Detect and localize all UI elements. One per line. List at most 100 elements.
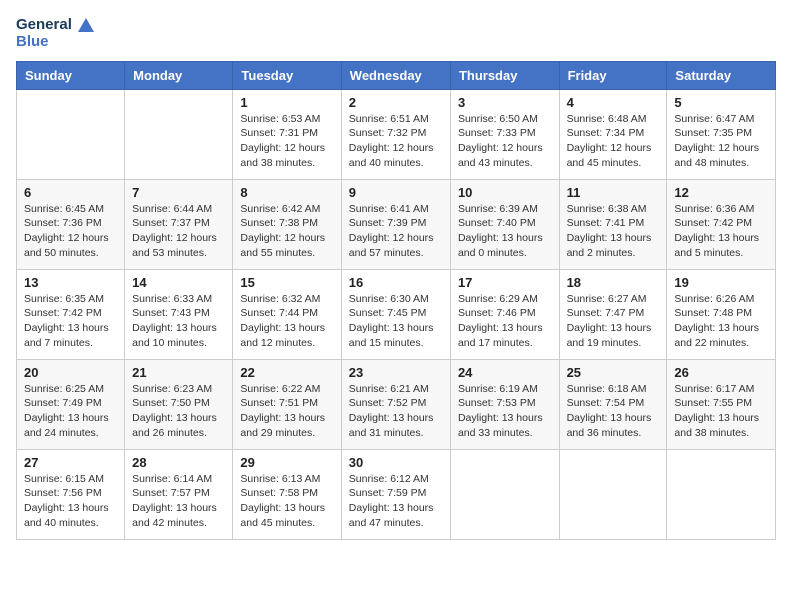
day-info: Sunrise: 6:29 AMSunset: 7:46 PMDaylight:…: [458, 292, 552, 351]
calendar-cell: 7 Sunrise: 6:44 AMSunset: 7:37 PMDaylight…: [125, 179, 233, 269]
calendar-cell: 20 Sunrise: 6:25 AMSunset: 7:49 PMDayligh…: [17, 359, 125, 449]
calendar-cell: 4Sunrise: 6:48 AMSunset: 7:34 PMDaylight…: [559, 89, 667, 179]
day-info: Sunrise: 6:26 AMSunset: 7:48 PMDaylight:…: [674, 292, 768, 351]
day-number: 26: [674, 365, 768, 380]
calendar-cell: 19 Sunrise: 6:26 AMSunset: 7:48 PMDayligh…: [667, 269, 776, 359]
week-row-5: 27 Sunrise: 6:15 AMSunset: 7:56 PMDayligh…: [17, 449, 776, 539]
calendar-cell: 30 Sunrise: 6:12 AMSunset: 7:59 PMDayligh…: [341, 449, 450, 539]
day-info: Sunrise: 6:53 AMSunset: 7:31 PMDaylight:…: [240, 112, 333, 171]
day-info: Sunrise: 6:17 AMSunset: 7:55 PMDaylight:…: [674, 382, 768, 441]
calendar-cell: [667, 449, 776, 539]
day-number: 18: [567, 275, 660, 290]
day-info: Sunrise: 6:51 AMSunset: 7:32 PMDaylight:…: [349, 112, 443, 171]
calendar-cell: 13 Sunrise: 6:35 AMSunset: 7:42 PMDayligh…: [17, 269, 125, 359]
calendar-cell: [559, 449, 667, 539]
calendar-cell: 27 Sunrise: 6:15 AMSunset: 7:56 PMDayligh…: [17, 449, 125, 539]
calendar-cell: 28 Sunrise: 6:14 AMSunset: 7:57 PMDayligh…: [125, 449, 233, 539]
day-number: 5: [674, 95, 768, 110]
day-number: 16: [349, 275, 443, 290]
day-number: 1: [240, 95, 333, 110]
day-number: 27: [24, 455, 117, 470]
day-number: 11: [567, 185, 660, 200]
day-info: Sunrise: 6:27 AMSunset: 7:47 PMDaylight:…: [567, 292, 660, 351]
week-row-4: 20 Sunrise: 6:25 AMSunset: 7:49 PMDayligh…: [17, 359, 776, 449]
calendar-cell: 23Sunrise: 6:21 AMSunset: 7:52 PMDayligh…: [341, 359, 450, 449]
calendar-cell: [450, 449, 559, 539]
day-info: Sunrise: 6:15 AMSunset: 7:56 PMDaylight:…: [24, 472, 117, 531]
weekday-header-monday: Monday: [125, 61, 233, 89]
day-info: Sunrise: 6:47 AMSunset: 7:35 PMDaylight:…: [674, 112, 768, 171]
calendar-cell: 9 Sunrise: 6:41 AMSunset: 7:39 PMDaylight…: [341, 179, 450, 269]
day-info: Sunrise: 6:19 AMSunset: 7:53 PMDaylight:…: [458, 382, 552, 441]
day-number: 24: [458, 365, 552, 380]
calendar-cell: 3 Sunrise: 6:50 AMSunset: 7:33 PMDaylight…: [450, 89, 559, 179]
calendar-cell: 10 Sunrise: 6:39 AMSunset: 7:40 PMDayligh…: [450, 179, 559, 269]
calendar-cell: 14 Sunrise: 6:33 AMSunset: 7:43 PMDayligh…: [125, 269, 233, 359]
weekday-header-sunday: Sunday: [17, 61, 125, 89]
day-number: 29: [240, 455, 333, 470]
day-number: 7: [132, 185, 225, 200]
day-info: Sunrise: 6:41 AMSunset: 7:39 PMDaylight:…: [349, 202, 443, 261]
calendar: SundayMondayTuesdayWednesdayThursdayFrid…: [16, 61, 776, 540]
day-number: 22: [240, 365, 333, 380]
day-info: Sunrise: 6:22 AMSunset: 7:51 PMDaylight:…: [240, 382, 333, 441]
day-info: Sunrise: 6:35 AMSunset: 7:42 PMDaylight:…: [24, 292, 117, 351]
day-number: 3: [458, 95, 552, 110]
weekday-header-wednesday: Wednesday: [341, 61, 450, 89]
day-info: Sunrise: 6:50 AMSunset: 7:33 PMDaylight:…: [458, 112, 552, 171]
calendar-cell: 11 Sunrise: 6:38 AMSunset: 7:41 PMDayligh…: [559, 179, 667, 269]
calendar-cell: 21 Sunrise: 6:23 AMSunset: 7:50 PMDayligh…: [125, 359, 233, 449]
day-number: 28: [132, 455, 225, 470]
weekday-header-row: SundayMondayTuesdayWednesdayThursdayFrid…: [17, 61, 776, 89]
calendar-cell: 15 Sunrise: 6:32 AMSunset: 7:44 PMDayligh…: [233, 269, 341, 359]
day-info: Sunrise: 6:30 AMSunset: 7:45 PMDaylight:…: [349, 292, 443, 351]
logo-text-line2: Blue: [16, 33, 94, 50]
calendar-cell: 8Sunrise: 6:42 AMSunset: 7:38 PMDaylight…: [233, 179, 341, 269]
day-info: Sunrise: 6:13 AMSunset: 7:58 PMDaylight:…: [240, 472, 333, 531]
logo: General Blue: [16, 16, 94, 51]
weekday-header-thursday: Thursday: [450, 61, 559, 89]
day-number: 23: [349, 365, 443, 380]
day-info: Sunrise: 6:44 AMSunset: 7:37 PMDaylight:…: [132, 202, 225, 261]
day-info: Sunrise: 6:39 AMSunset: 7:40 PMDaylight:…: [458, 202, 552, 261]
day-info: Sunrise: 6:14 AMSunset: 7:57 PMDaylight:…: [132, 472, 225, 531]
calendar-cell: 6 Sunrise: 6:45 AMSunset: 7:36 PMDaylight…: [17, 179, 125, 269]
day-number: 13: [24, 275, 117, 290]
day-number: 19: [674, 275, 768, 290]
calendar-cell: 1 Sunrise: 6:53 AMSunset: 7:31 PMDaylight…: [233, 89, 341, 179]
calendar-cell: 18 Sunrise: 6:27 AMSunset: 7:47 PMDayligh…: [559, 269, 667, 359]
calendar-cell: [125, 89, 233, 179]
calendar-cell: 16 Sunrise: 6:30 AMSunset: 7:45 PMDayligh…: [341, 269, 450, 359]
day-number: 25: [567, 365, 660, 380]
day-info: Sunrise: 6:45 AMSunset: 7:36 PMDaylight:…: [24, 202, 117, 261]
week-row-1: 1 Sunrise: 6:53 AMSunset: 7:31 PMDaylight…: [17, 89, 776, 179]
day-number: 15: [240, 275, 333, 290]
week-row-3: 13 Sunrise: 6:35 AMSunset: 7:42 PMDayligh…: [17, 269, 776, 359]
calendar-cell: [17, 89, 125, 179]
day-number: 30: [349, 455, 443, 470]
day-number: 21: [132, 365, 225, 380]
day-number: 6: [24, 185, 117, 200]
calendar-cell: 22 Sunrise: 6:22 AMSunset: 7:51 PMDayligh…: [233, 359, 341, 449]
day-number: 2: [349, 95, 443, 110]
day-number: 14: [132, 275, 225, 290]
day-number: 9: [349, 185, 443, 200]
weekday-header-saturday: Saturday: [667, 61, 776, 89]
day-number: 20: [24, 365, 117, 380]
day-info: Sunrise: 6:38 AMSunset: 7:41 PMDaylight:…: [567, 202, 660, 261]
day-info: Sunrise: 6:48 AMSunset: 7:34 PMDaylight:…: [567, 112, 660, 171]
day-info: Sunrise: 6:23 AMSunset: 7:50 PMDaylight:…: [132, 382, 225, 441]
calendar-cell: 25Sunrise: 6:18 AMSunset: 7:54 PMDayligh…: [559, 359, 667, 449]
day-info: Sunrise: 6:33 AMSunset: 7:43 PMDaylight:…: [132, 292, 225, 351]
logo-text-line1: General: [16, 16, 94, 33]
weekday-header-tuesday: Tuesday: [233, 61, 341, 89]
calendar-cell: 2 Sunrise: 6:51 AMSunset: 7:32 PMDaylight…: [341, 89, 450, 179]
calendar-cell: 17 Sunrise: 6:29 AMSunset: 7:46 PMDayligh…: [450, 269, 559, 359]
day-info: Sunrise: 6:12 AMSunset: 7:59 PMDaylight:…: [349, 472, 443, 531]
day-info: Sunrise: 6:32 AMSunset: 7:44 PMDaylight:…: [240, 292, 333, 351]
calendar-cell: 12Sunrise: 6:36 AMSunset: 7:42 PMDayligh…: [667, 179, 776, 269]
day-number: 17: [458, 275, 552, 290]
day-number: 10: [458, 185, 552, 200]
calendar-cell: 26 Sunrise: 6:17 AMSunset: 7:55 PMDayligh…: [667, 359, 776, 449]
day-info: Sunrise: 6:25 AMSunset: 7:49 PMDaylight:…: [24, 382, 117, 441]
